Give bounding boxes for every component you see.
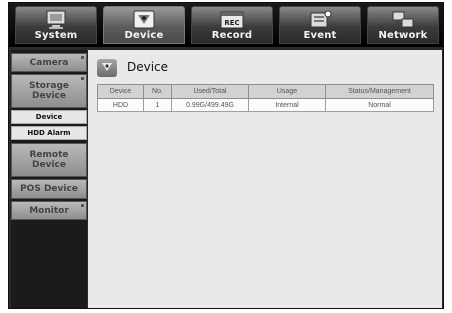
tab-device[interactable]: Device [103,6,185,44]
sidebar-item-label-line1: Storage [28,81,70,91]
sidebar-item-label: Remote Device [12,150,86,170]
device-camera-icon [133,10,155,29]
tab-system-label: System [34,30,78,41]
sidebar-subitem-hdd-alarm[interactable]: HDD Alarm [11,126,87,140]
sidebar-item-label: Storage Device [12,81,86,101]
tab-network-label: Network [378,30,428,41]
tab-system[interactable]: System [15,6,97,44]
tab-event-label: Event [303,30,337,41]
dvr-menu-window: System Device REC Record Event Network C… [8,2,444,309]
table-header-row: Device No. Used/Total Usage Status/Manag… [97,84,434,99]
device-table: Device No. Used/Total Usage Status/Manag… [97,84,434,112]
sidebar-item-label-line2: Device [32,160,66,170]
column-header-usage: Usage [248,84,326,99]
submenu-indicator-icon [81,77,84,80]
sidebar-item-camera[interactable]: Camera [11,53,87,72]
table-row[interactable]: HDD 1 0.99G/499.49G Internal Normal [97,98,434,112]
page-title: Device [127,60,169,74]
sidebar-subitem-device[interactable]: Device [11,110,87,124]
tab-record-label: Record [211,30,253,41]
cell-device: HDD [97,98,144,112]
tab-event[interactable]: Event [279,6,361,44]
cell-used-total: 0.99G/499.49G [171,98,249,112]
sidebar-item-monitor[interactable]: Monitor [11,201,87,220]
tab-device-label: Device [124,30,164,41]
cell-no: 1 [143,98,172,112]
column-header-status-management: Status/Management [325,84,434,99]
sidebar-item-label-line1: Remote [29,150,69,160]
sidebar-item-label-line2: Device [32,91,66,101]
sidebar-menu: Camera Storage Device Device HDD Alarm Re… [11,50,87,308]
sidebar-item-label: POS Device [20,184,78,194]
sidebar-subitem-label: Device [35,113,63,121]
column-header-used-total: Used/Total [171,84,249,99]
sidebar-item-label: Camera [29,57,69,68]
sidebar-item-pos-device[interactable]: POS Device [11,179,87,199]
cell-usage: Internal [248,98,326,112]
tab-network[interactable]: Network [367,6,439,44]
sidebar-item-remote-device[interactable]: Remote Device [11,143,87,177]
tab-record[interactable]: REC Record [191,6,273,44]
sidebar-subitem-label: HDD Alarm [27,129,71,137]
sidebar-item-label: Monitor [29,205,69,216]
network-icon [392,11,414,28]
column-header-no: No. [143,84,172,99]
column-header-device: Device [97,84,144,99]
event-icon [310,10,332,28]
top-menu-bar: System Device REC Record Event Network [9,3,443,47]
main-panel: Device Device No. Used/Total Usage Statu… [88,50,442,308]
system-monitor-icon [46,10,66,29]
sidebar-item-storage-device[interactable]: Storage Device [11,74,87,108]
svg-text:REC: REC [224,19,239,27]
record-icon: REC [220,11,244,29]
cell-status[interactable]: Normal [325,98,434,112]
device-icon [97,59,117,77]
